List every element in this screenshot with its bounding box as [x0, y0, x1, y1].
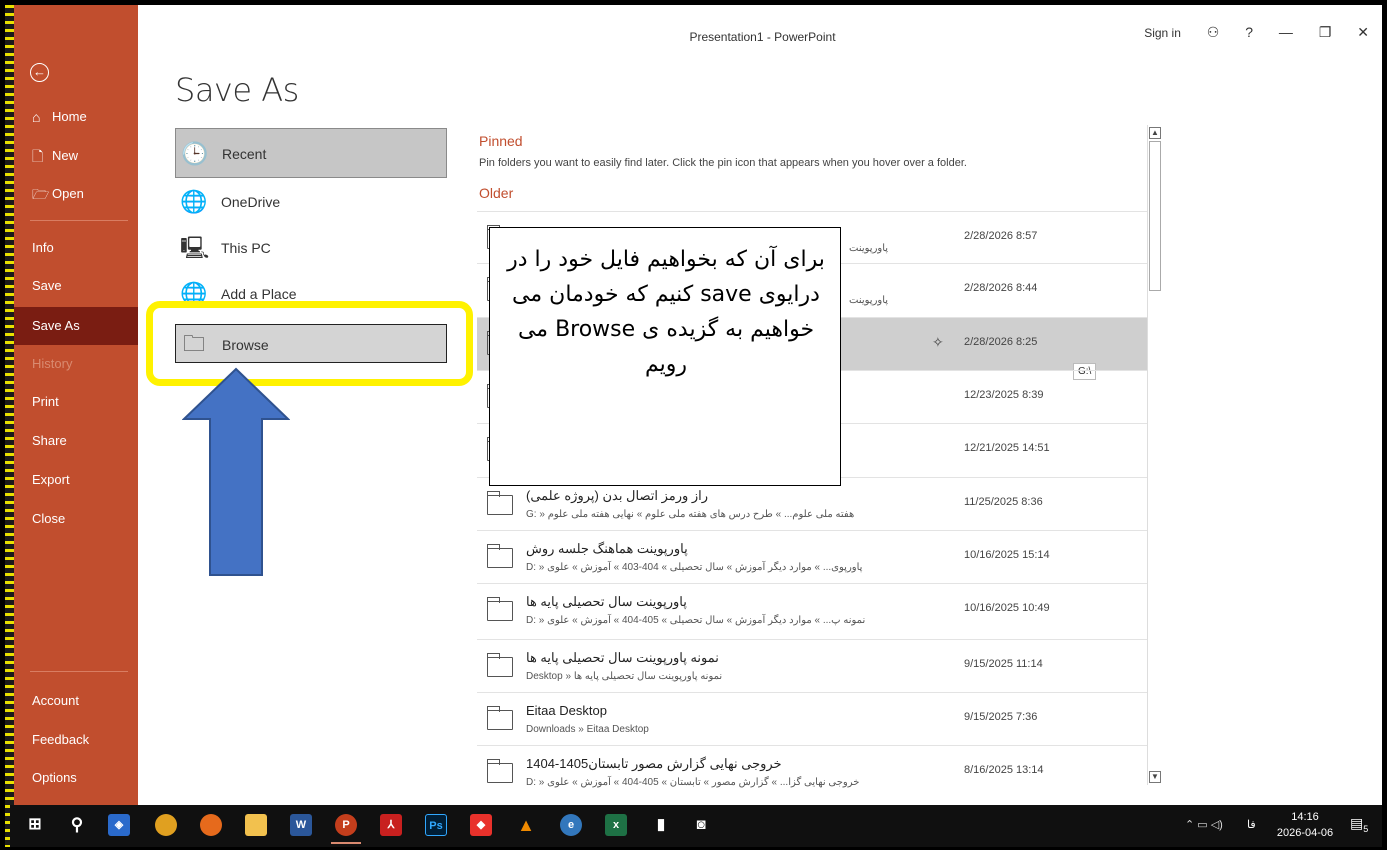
- windows-start-icon[interactable]: ⊞: [24, 814, 46, 836]
- notifications-icon[interactable]: ▤5: [1350, 815, 1368, 834]
- excel-icon[interactable]: x: [605, 814, 627, 836]
- page-title: Save As: [175, 71, 299, 109]
- nav-home[interactable]: ⌂ Home: [14, 98, 138, 136]
- usb-tool-icon[interactable]: ▮: [650, 814, 672, 836]
- pinned-heading: Pinned: [479, 133, 523, 149]
- backstage-nav: ← ⌂ Home 🗋 New 🗁 Open Info Save Save As His…: [14, 5, 138, 805]
- nav-account[interactable]: Account: [14, 682, 138, 720]
- title-bar: Presentation1 - PowerPoint Sign in ⚇ ? —…: [138, 20, 1382, 50]
- place-onedrive[interactable]: 🌐 OneDrive: [175, 177, 447, 227]
- pinned-description: Pin folders you want to easily find late…: [479, 157, 967, 169]
- restore-button[interactable]: ❐: [1319, 24, 1332, 41]
- nav-save[interactable]: Save: [14, 267, 138, 305]
- firefox-icon[interactable]: [200, 814, 222, 836]
- pin-icon[interactable]: ✧: [932, 334, 944, 351]
- folder-icon: [487, 491, 513, 515]
- powerpoint-icon[interactable]: P: [331, 814, 361, 844]
- folder-row[interactable]: نمونه پاورپوینت سال تحصیلی پایه ها Deskt…: [477, 639, 1147, 692]
- language-indicator[interactable]: فا: [1247, 818, 1256, 831]
- coauthor-icon[interactable]: ⚇: [1207, 24, 1220, 41]
- nav-export[interactable]: Export: [14, 461, 138, 499]
- search-icon[interactable]: ⚲: [66, 814, 88, 836]
- clock[interactable]: 14:16 2026-04-06: [1272, 809, 1338, 841]
- callout-text: برای آن که بخواهیم فایل خود را در درایوی…: [507, 247, 825, 377]
- clock-icon: 🕒: [181, 141, 209, 166]
- nav-feedback[interactable]: Feedback: [14, 721, 138, 759]
- vertical-scrollbar[interactable]: ▲ ▼: [1147, 125, 1161, 785]
- sign-in-link[interactable]: Sign in: [1144, 26, 1181, 40]
- nav-open[interactable]: 🗁 Open: [14, 175, 138, 213]
- place-this-pc[interactable]: 🖳 This PC: [175, 223, 447, 273]
- acrobat-icon[interactable]: ⅄: [380, 814, 402, 836]
- place-recent[interactable]: 🕒 Recent: [175, 128, 447, 178]
- nav-close[interactable]: Close: [14, 500, 138, 538]
- close-button[interactable]: ✕: [1357, 24, 1369, 41]
- nav-divider: [30, 671, 128, 672]
- left-edge-strip: [5, 5, 14, 847]
- folder-icon: [487, 597, 513, 621]
- new-document-icon: 🗋: [32, 148, 44, 164]
- folder-row[interactable]: پاورپوینت سال تحصیلی پایه ها D: » نمونه …: [477, 583, 1147, 636]
- annotation-callout: برای آن که بخواهیم فایل خود را در درایوی…: [489, 227, 841, 486]
- app-window: ← ⌂ Home 🗋 New 🗁 Open Info Save Save As His…: [0, 0, 1387, 850]
- nav-divider: [30, 220, 128, 221]
- scroll-thumb[interactable]: [1149, 141, 1161, 291]
- camera-icon[interactable]: ◙: [690, 814, 712, 836]
- nav-print[interactable]: Print: [14, 383, 138, 421]
- folder-icon: [487, 544, 513, 568]
- nav-new[interactable]: 🗋 New: [14, 137, 138, 175]
- vlc-icon[interactable]: ▲: [515, 814, 537, 836]
- scroll-up-icon[interactable]: ▲: [1149, 127, 1161, 139]
- open-folder-icon: 🗁: [32, 186, 50, 202]
- taskbar: ⊞ ⚲ ◈ W P ⅄ Ps ◆ ▲ e x ▮ ◙ ⌃ ▭ ◁) فا 14:…: [10, 805, 1382, 847]
- minimize-button[interactable]: —: [1279, 24, 1293, 40]
- nav-save-as[interactable]: Save As: [14, 307, 138, 345]
- edge-icon[interactable]: e: [560, 814, 582, 836]
- file-explorer-icon[interactable]: [245, 814, 267, 836]
- folder-icon: [487, 759, 513, 783]
- nav-options[interactable]: Options: [14, 759, 138, 797]
- computer-icon: 🖳: [180, 235, 210, 260]
- globe-icon: 🌐: [180, 189, 208, 214]
- folder-row[interactable]: Eitaa Desktop Downloads » Eitaa Desktop …: [477, 692, 1147, 745]
- nav-history: History: [32, 356, 73, 371]
- folder-row[interactable]: خروجی نهایی گزارش مصور تابستان1405-1404 …: [477, 745, 1147, 798]
- home-icon: ⌂: [32, 109, 41, 125]
- system-tray-icons[interactable]: ⌃ ▭ ◁): [1185, 818, 1223, 831]
- task-view-icon[interactable]: ◈: [108, 814, 130, 836]
- older-heading: Older: [479, 185, 514, 201]
- chrome-icon[interactable]: [155, 814, 177, 836]
- nav-share[interactable]: Share: [14, 422, 138, 460]
- folder-icon: [487, 653, 513, 677]
- scroll-down-icon[interactable]: ▼: [1149, 771, 1161, 783]
- nav-info[interactable]: Info: [14, 229, 138, 267]
- back-arrow-icon[interactable]: ←: [30, 63, 49, 82]
- help-button[interactable]: ?: [1245, 24, 1253, 40]
- up-arrow-annotation: [182, 367, 290, 576]
- folder-row[interactable]: پاورپوینت هماهنگ جلسه روش D: » پاورپوی..…: [477, 530, 1147, 583]
- folder-icon: [487, 706, 513, 730]
- photoshop-icon[interactable]: Ps: [425, 814, 447, 836]
- word-icon[interactable]: W: [290, 814, 312, 836]
- anydesk-icon[interactable]: ◆: [470, 814, 492, 836]
